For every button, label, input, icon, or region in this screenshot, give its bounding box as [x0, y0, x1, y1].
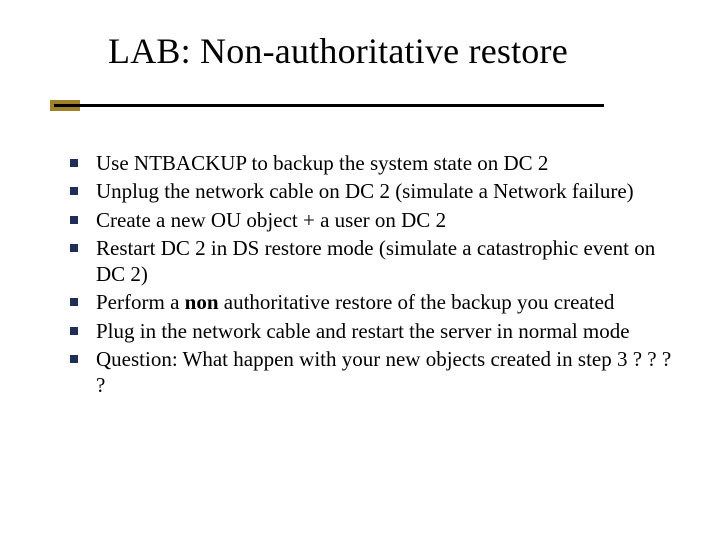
- slide: LAB: Non-authoritative restore Use NTBAC…: [0, 0, 720, 540]
- bullet-text: Restart DC 2 in DS restore mode (simulat…: [96, 236, 655, 286]
- bullet-list: Use NTBACKUP to backup the system state …: [64, 150, 684, 398]
- slide-body: Use NTBACKUP to backup the system state …: [64, 150, 684, 400]
- bullet-text-post: authoritative restore of the backup you …: [219, 290, 615, 314]
- title-rule: [54, 104, 604, 107]
- list-item: Restart DC 2 in DS restore mode (simulat…: [64, 235, 684, 288]
- bullet-text: Unplug the network cable on DC 2 (simula…: [96, 179, 634, 203]
- bullet-text: Use NTBACKUP to backup the system state …: [96, 151, 548, 175]
- list-item: Use NTBACKUP to backup the system state …: [64, 150, 684, 176]
- bullet-text-bold: non: [185, 290, 219, 314]
- bullet-text: Plug in the network cable and restart th…: [96, 319, 630, 343]
- list-item: Perform a non authoritative restore of t…: [64, 289, 684, 315]
- list-item: Plug in the network cable and restart th…: [64, 318, 684, 344]
- bullet-text: Create a new OU object + a user on DC 2: [96, 208, 446, 232]
- list-item: Create a new OU object + a user on DC 2: [64, 207, 684, 233]
- bullet-text: Perform a: [96, 290, 185, 314]
- bullet-text: Question: What happen with your new obje…: [96, 347, 671, 397]
- list-item: Question: What happen with your new obje…: [64, 346, 684, 399]
- slide-title: LAB: Non-authoritative restore: [108, 30, 568, 72]
- list-item: Unplug the network cable on DC 2 (simula…: [64, 178, 684, 204]
